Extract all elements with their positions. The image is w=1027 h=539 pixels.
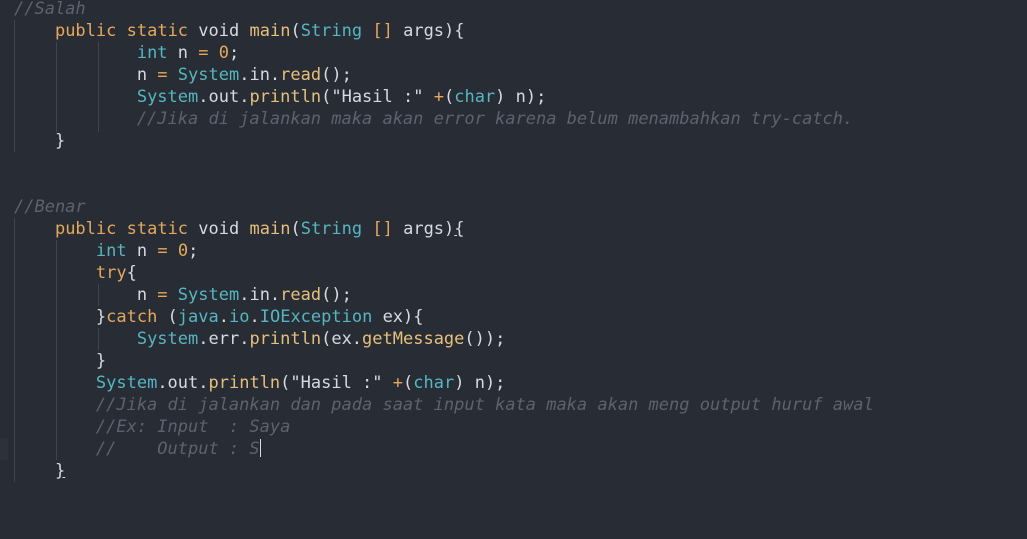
code-line[interactable]: System.out.println("Hasil :" +(char) n);	[14, 86, 547, 108]
code-line[interactable]: //Jika di jalankan maka akan error karen…	[14, 108, 853, 130]
code-line[interactable]: int n = 0;	[14, 240, 198, 262]
code-line[interactable]: //Ex: Input : Saya	[14, 416, 290, 438]
text-cursor	[259, 439, 261, 457]
code-line[interactable]: }	[14, 350, 106, 372]
code-line[interactable]: try{	[14, 262, 137, 284]
code-line[interactable]: // Output : S	[14, 438, 261, 460]
code-line[interactable]: }catch (java.io.IOException ex){	[14, 306, 424, 328]
code-line[interactable]: System.out.println("Hasil :" +(char) n);	[14, 372, 506, 394]
code-line[interactable]: n = System.in.read();	[14, 284, 352, 306]
code-line[interactable]: int n = 0;	[14, 42, 239, 64]
code-line[interactable]: //Jika di jalankan dan pada saat input k…	[14, 394, 874, 416]
code-line[interactable]: //Benar	[14, 196, 86, 218]
code-line[interactable]: }	[14, 130, 65, 152]
code-line[interactable]: }	[14, 460, 65, 482]
code-line[interactable]: public static void main(String [] args){	[14, 218, 465, 240]
code-line[interactable]: System.err.println(ex.getMessage());	[14, 328, 506, 350]
code-editor[interactable]: //Salah public static void main(String […	[0, 0, 1027, 539]
code-line[interactable]: //Salah	[14, 0, 86, 20]
comment-text: // Output : S	[14, 439, 260, 459]
code-line[interactable]: n = System.in.read();	[14, 64, 352, 86]
code-line[interactable]: public static void main(String [] args){	[14, 20, 465, 42]
current-line-marker	[0, 438, 8, 460]
